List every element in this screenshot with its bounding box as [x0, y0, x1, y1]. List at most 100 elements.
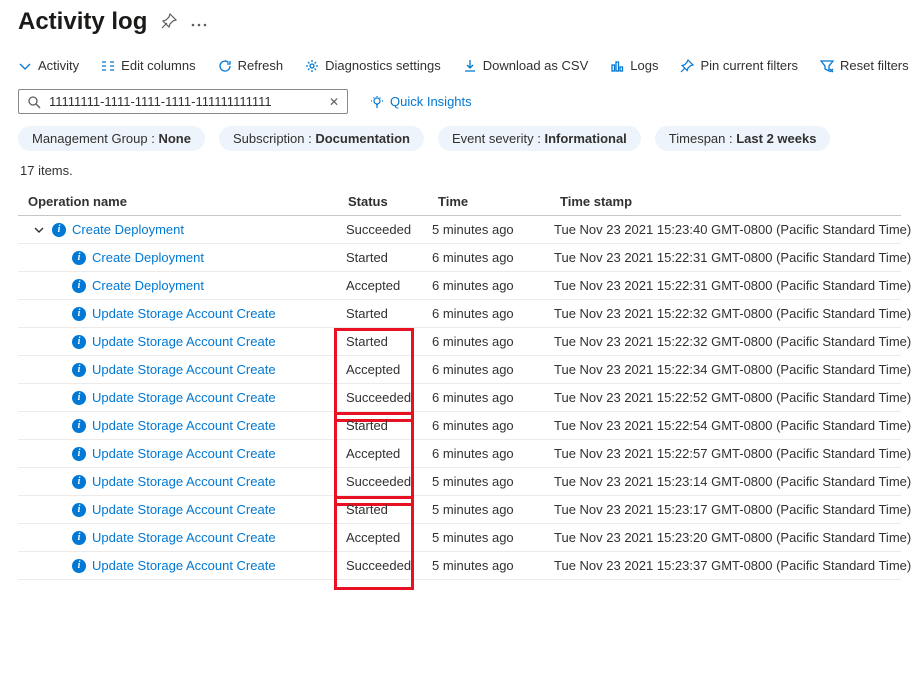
table-row[interactable]: iUpdate Storage Account CreateAccepted6 …	[18, 440, 901, 468]
filter-label: Subscription :	[233, 131, 315, 146]
reset-filters-label: Reset filters	[840, 58, 909, 73]
col-timestamp[interactable]: Time stamp	[560, 194, 897, 209]
operation-name[interactable]: Update Storage Account Create	[92, 474, 276, 489]
table-row[interactable]: iUpdate Storage Account CreateStarted6 m…	[18, 300, 901, 328]
pin-icon[interactable]	[161, 13, 177, 32]
operation-name[interactable]: Create Deployment	[72, 222, 184, 237]
gear-icon	[305, 59, 319, 73]
filter-subscription[interactable]: Subscription : Documentation	[219, 126, 424, 151]
toolbar: Activity Edit columns Refresh Diagnostic…	[18, 54, 901, 83]
status-cell: Succeeded	[342, 558, 432, 573]
filter-timespan[interactable]: Timespan : Last 2 weeks	[655, 126, 831, 151]
logs-label: Logs	[630, 58, 658, 73]
table-row[interactable]: iUpdate Storage Account CreateSucceeded5…	[18, 468, 901, 496]
search-input[interactable]	[47, 93, 323, 110]
filter-event-severity[interactable]: Event severity : Informational	[438, 126, 641, 151]
filter-value: None	[158, 131, 191, 146]
info-icon: i	[72, 391, 86, 405]
time-cell: 5 minutes ago	[432, 530, 554, 545]
filter-value: Documentation	[315, 131, 410, 146]
chevron-down-icon[interactable]	[32, 224, 46, 236]
timestamp-cell: Tue Nov 23 2021 15:23:20 GMT-0800 (Pacif…	[554, 530, 911, 545]
operation-cell: iUpdate Storage Account Create	[22, 558, 342, 573]
diagnostics-label: Diagnostics settings	[325, 58, 441, 73]
info-icon: i	[72, 307, 86, 321]
operation-name[interactable]: Update Storage Account Create	[92, 306, 276, 321]
operation-name[interactable]: Update Storage Account Create	[92, 446, 276, 461]
table-row[interactable]: iUpdate Storage Account CreateAccepted6 …	[18, 356, 901, 384]
table-row[interactable]: iUpdate Storage Account CreateSucceeded5…	[18, 552, 901, 580]
info-icon: i	[72, 503, 86, 517]
col-status[interactable]: Status	[348, 194, 438, 209]
table-row[interactable]: iCreate DeploymentAccepted6 minutes agoT…	[18, 272, 901, 300]
filter-reset-icon	[820, 59, 834, 73]
table-row[interactable]: iUpdate Storage Account CreateStarted6 m…	[18, 328, 901, 356]
operation-name[interactable]: Update Storage Account Create	[92, 530, 276, 545]
info-icon: i	[72, 419, 86, 433]
filter-label: Event severity :	[452, 131, 544, 146]
operation-name[interactable]: Update Storage Account Create	[92, 334, 276, 349]
activity-button[interactable]: Activity	[18, 58, 79, 73]
quick-insights-button[interactable]: Quick Insights	[370, 94, 472, 109]
more-icon[interactable]	[191, 15, 207, 30]
operation-name[interactable]: Create Deployment	[92, 278, 204, 293]
reset-filters-button[interactable]: Reset filters	[820, 58, 909, 73]
status-cell: Accepted	[342, 446, 432, 461]
table-row[interactable]: iUpdate Storage Account CreateStarted5 m…	[18, 496, 901, 524]
col-operation[interactable]: Operation name	[28, 194, 348, 209]
operation-cell: i Update Storage Account Create	[22, 530, 342, 545]
timestamp-cell: Tue Nov 23 2021 15:22:32 GMT-0800 (Pacif…	[554, 306, 911, 321]
info-icon: i	[72, 531, 86, 545]
columns-icon	[101, 59, 115, 73]
time-cell: 6 minutes ago	[432, 250, 554, 265]
operation-name[interactable]: Update Storage Account Create	[92, 502, 276, 517]
table-row[interactable]: iCreate DeploymentStarted6 minutes agoTu…	[18, 244, 901, 272]
status-cell: Started	[342, 306, 432, 321]
operation-name[interactable]: Create Deployment	[92, 250, 204, 265]
refresh-button[interactable]: Refresh	[218, 58, 284, 73]
table-body: iCreate DeploymentSucceeded5 minutes ago…	[18, 216, 901, 580]
info-icon: i	[72, 251, 86, 265]
operation-cell: iCreate Deployment	[22, 222, 342, 237]
timestamp-cell: Tue Nov 23 2021 15:22:54 GMT-0800 (Pacif…	[554, 418, 911, 433]
table-row[interactable]: iUpdate Storage Account CreateAccepted5 …	[18, 524, 901, 552]
info-icon: i	[72, 475, 86, 489]
filter-value: Informational	[544, 131, 626, 146]
table-row[interactable]: i Update Storage Account Create Started6 m…	[18, 412, 901, 440]
pin-icon	[680, 59, 694, 73]
refresh-icon	[218, 59, 232, 73]
filter-management-group[interactable]: Management Group : None	[18, 126, 205, 151]
download-csv-button[interactable]: Download as CSV	[463, 58, 589, 73]
search-box[interactable]: ✕	[18, 89, 348, 114]
logs-icon	[610, 59, 624, 73]
time-cell: 5 minutes ago	[432, 558, 554, 573]
pin-filters-label: Pin current filters	[700, 58, 798, 73]
status-cell: Succeeded	[342, 222, 432, 237]
time-cell: 6 minutes ago	[432, 362, 554, 377]
timestamp-cell: Tue Nov 23 2021 15:22:31 GMT-0800 (Pacif…	[554, 250, 911, 265]
operation-name[interactable]: Update Storage Account Create	[92, 390, 276, 405]
operation-cell: i Update Storage Account Create	[22, 390, 342, 405]
timestamp-cell: Tue Nov 23 2021 15:22:57 GMT-0800 (Pacif…	[554, 446, 911, 461]
time-cell: 5 minutes ago	[432, 222, 554, 237]
table-row[interactable]: iCreate DeploymentSucceeded5 minutes ago…	[18, 216, 901, 244]
operation-name[interactable]: Update Storage Account Create	[92, 418, 276, 433]
search-icon	[27, 95, 41, 109]
status-cell: Started	[342, 418, 432, 433]
info-icon: i	[72, 279, 86, 293]
clear-search-icon[interactable]: ✕	[329, 95, 339, 109]
time-cell: 6 minutes ago	[432, 418, 554, 433]
col-time[interactable]: Time	[438, 194, 560, 209]
items-count: 17 items.	[20, 163, 901, 178]
time-cell: 6 minutes ago	[432, 278, 554, 293]
status-cell: Succeeded	[342, 474, 432, 489]
timestamp-cell: Tue Nov 23 2021 15:23:40 GMT-0800 (Pacif…	[554, 222, 911, 237]
table-row[interactable]: iUpdate Storage Account CreateSucceeded6…	[18, 384, 901, 412]
status-cell: Started	[342, 502, 432, 517]
operation-name[interactable]: Update Storage Account Create	[92, 558, 276, 573]
pin-filters-button[interactable]: Pin current filters	[680, 58, 798, 73]
logs-button[interactable]: Logs	[610, 58, 658, 73]
edit-columns-button[interactable]: Edit columns	[101, 58, 195, 73]
diagnostics-button[interactable]: Diagnostics settings	[305, 58, 441, 73]
operation-name[interactable]: Update Storage Account Create	[92, 362, 276, 377]
